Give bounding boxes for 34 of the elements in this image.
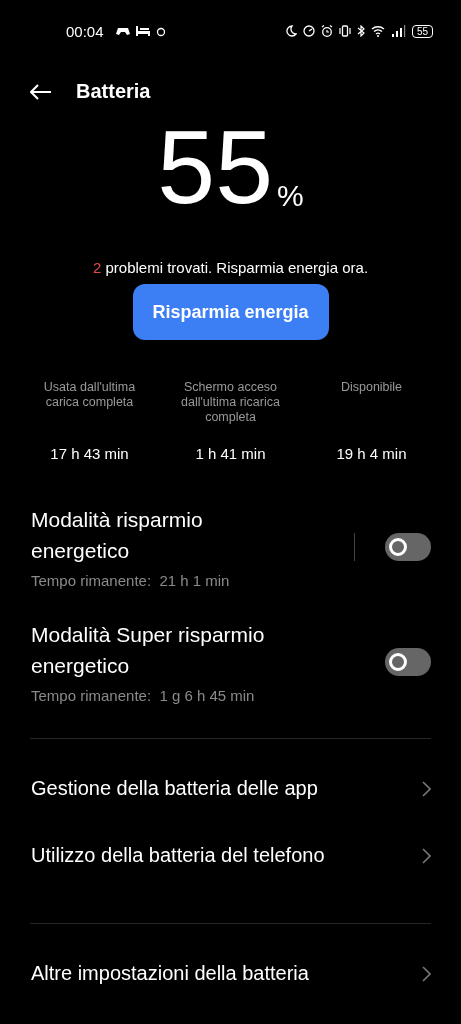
speedometer-icon: [302, 25, 315, 37]
chevron-right-icon: [422, 847, 431, 864]
chevron-right-icon: [422, 965, 431, 982]
alarm-clock-icon: [320, 25, 333, 37]
stat-label: Schermo acceso dall'ultima ricarica completa: [180, 380, 281, 426]
settings-list-item[interactable]: Gestione della batteria delle app: [31, 755, 431, 822]
toggle-switch[interactable]: [385, 647, 431, 676]
stat-label: Usata dall'ultima carica completa: [42, 380, 137, 411]
toggle-switch[interactable]: [385, 532, 431, 561]
battery-indicator: 55: [411, 24, 433, 38]
settings-list-item[interactable]: Altre impostazioni della batteria: [31, 940, 431, 1007]
bluetooth-icon: [356, 25, 365, 37]
bed-icon: [135, 26, 150, 36]
warning-text: 2 problemi trovati. Risparmia energia ora.: [91, 259, 370, 276]
stat-value: 17 h 43 min: [50, 445, 129, 462]
mode-subtitle: Tempo rimanente: 1 g 6 h 45 min: [31, 687, 256, 704]
wifi-icon: [370, 25, 386, 37]
save-energy-button[interactable]: Risparmia energia: [132, 284, 329, 340]
battery-percentage: 55: [157, 117, 273, 217]
vibrate-icon: [338, 25, 351, 37]
stat-value: 1 h 41 min: [195, 445, 266, 462]
mode-title: Modalità risparmio energetico: [31, 507, 204, 564]
settings-list-item[interactable]: Utilizzo della batteria del telefono: [31, 822, 431, 889]
signal-icon: [391, 25, 406, 37]
stat-label: Disponibile: [340, 380, 403, 396]
back-arrow-icon[interactable]: [30, 83, 52, 100]
mode-title: Modalità Super risparmio energetico: [31, 622, 266, 679]
chevron-right-icon: [422, 780, 431, 797]
mode-subtitle: Tempo rimanente: 21 h 1 min: [31, 572, 231, 589]
status-time: 00:04: [66, 22, 104, 40]
stat-value: 19 h 4 min: [336, 445, 407, 462]
percent-sign: %: [277, 179, 304, 213]
moon-icon: [285, 25, 297, 37]
page-title: Batteria: [76, 80, 151, 103]
